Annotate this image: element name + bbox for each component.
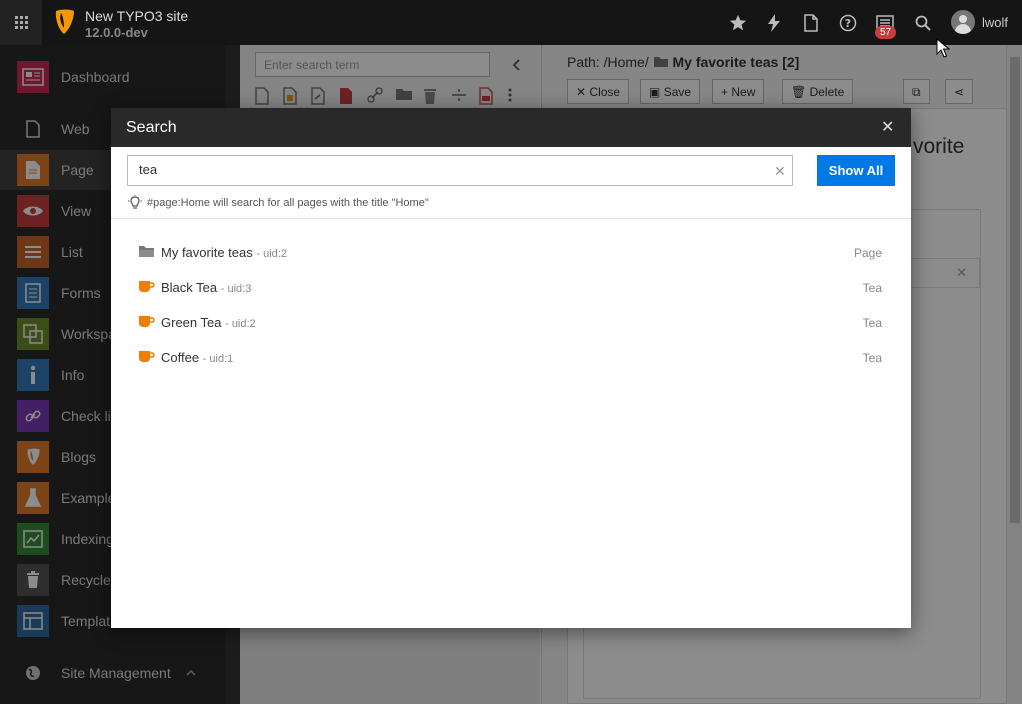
- result-type: Tea: [862, 281, 882, 295]
- svg-text:?: ?: [845, 17, 851, 30]
- result-label: Black Tea - uid:3: [161, 280, 251, 295]
- close-icon[interactable]: ✕: [881, 117, 894, 137]
- search-hint: #page:Home will search for all pages wit…: [147, 197, 429, 209]
- teacup-icon: [138, 315, 156, 331]
- mouse-cursor-icon: [936, 37, 951, 61]
- top-bar: New TYPO3 site 12.0.0-dev ? 57 lwolf: [0, 0, 1022, 45]
- folder-icon: [138, 245, 155, 261]
- lightning-icon[interactable]: [764, 13, 784, 33]
- search-result-item[interactable]: Black Tea - uid:3 Tea: [111, 270, 911, 305]
- user-avatar-icon[interactable]: [951, 10, 975, 34]
- search-modal: Search ✕ tea ✕ Show All #page:Home will …: [111, 108, 911, 628]
- show-all-button[interactable]: Show All: [817, 155, 895, 186]
- result-type: Page: [853, 246, 882, 260]
- teacup-icon: [138, 350, 156, 366]
- result-uid: - uid:2: [256, 248, 287, 260]
- result-label: Coffee - uid:1: [161, 350, 233, 365]
- result-name: Green Tea: [161, 315, 222, 330]
- result-name: My favorite teas: [161, 245, 253, 260]
- help-icon[interactable]: ?: [838, 13, 858, 33]
- result-uid: - uid:3: [220, 283, 252, 295]
- result-label: My favorite teas - uid:2: [161, 245, 287, 260]
- document-icon[interactable]: [801, 13, 821, 33]
- search-input[interactable]: tea: [127, 155, 793, 186]
- result-label: Green Tea - uid:2: [161, 315, 256, 330]
- star-icon[interactable]: [728, 13, 748, 33]
- result-uid: - uid:1: [202, 353, 234, 365]
- clear-search-icon[interactable]: ✕: [774, 163, 786, 180]
- teacup-icon: [138, 280, 156, 296]
- search-result-item[interactable]: My favorite teas - uid:2 Page: [111, 235, 911, 270]
- result-name: Coffee: [161, 350, 200, 365]
- result-uid: - uid:2: [225, 318, 256, 330]
- search-result-item[interactable]: Coffee - uid:1 Tea: [111, 340, 911, 375]
- module-menu-toggle-button[interactable]: [0, 0, 42, 45]
- search-result-item[interactable]: Green Tea - uid:2 Tea: [111, 305, 911, 340]
- typo3-logo-icon[interactable]: [52, 8, 76, 39]
- result-name: Black Tea: [161, 280, 218, 295]
- site-version: 12.0.0-dev: [85, 25, 148, 40]
- grid-icon: [14, 16, 28, 29]
- search-icon[interactable]: [913, 13, 933, 33]
- modal-header: Search ✕: [111, 108, 911, 147]
- result-type: Tea: [862, 316, 882, 330]
- divider: [111, 218, 911, 219]
- username[interactable]: lwolf: [982, 15, 1008, 30]
- site-name[interactable]: New TYPO3 site: [85, 8, 188, 24]
- lightbulb-icon: [128, 195, 142, 214]
- result-type: Tea: [862, 351, 882, 365]
- modal-title: Search: [126, 119, 177, 136]
- notification-badge: 57: [875, 26, 897, 39]
